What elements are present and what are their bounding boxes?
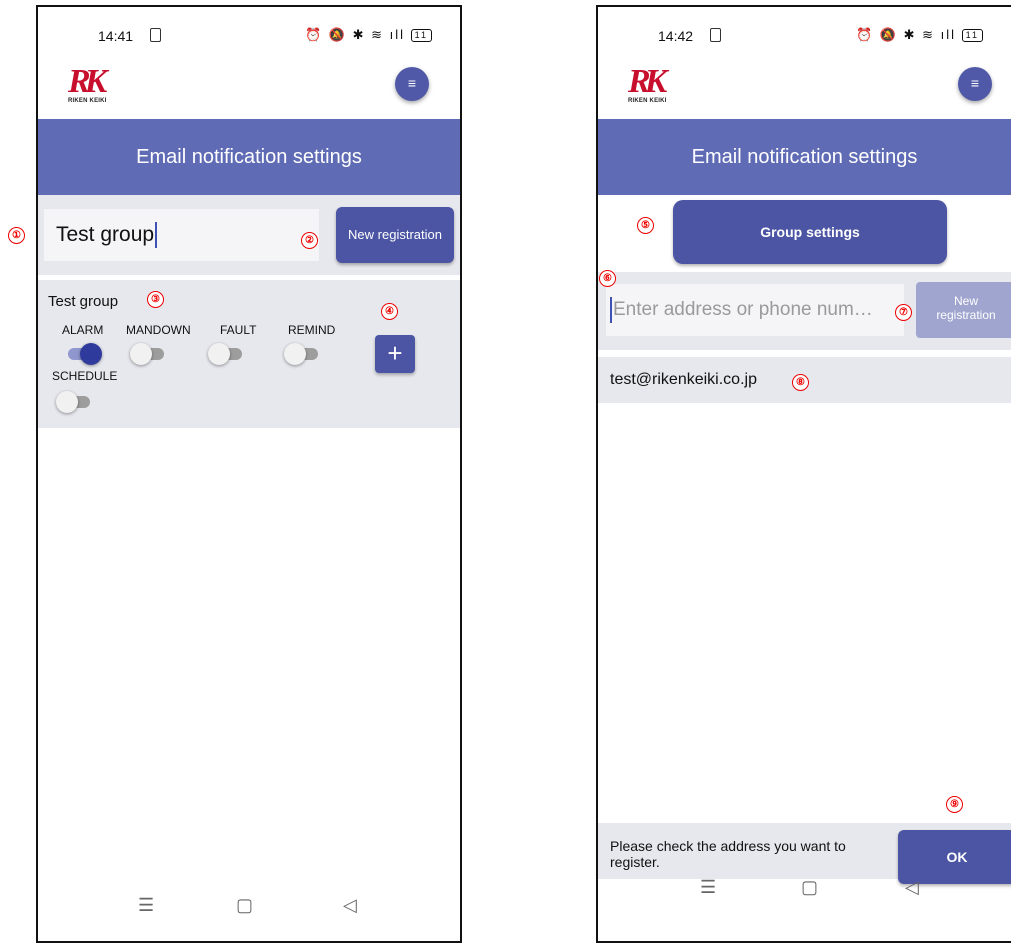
back-icon[interactable]: ◁	[905, 877, 919, 898]
page-title: Email notification settings	[598, 119, 1011, 195]
menu-button[interactable]: ≡	[958, 67, 992, 101]
status-time: 14:41	[98, 28, 134, 44]
status-bar: 14:41 ⏰ 🔕 ✱ ≋ ıll 11	[38, 25, 460, 49]
confirm-message: Please check the address you want to reg…	[610, 838, 846, 870]
text-caret	[155, 222, 158, 249]
menu-icon: ≡	[970, 75, 980, 91]
annotation-marker-9: ⑨	[946, 796, 963, 813]
status-icons: ⏰ 🔕 ✱ ≋ ıll 11	[856, 27, 983, 43]
battery-icon: 11	[961, 29, 983, 43]
logo-mark: RK	[628, 63, 667, 100]
group-registration-panel: Test group New registration	[38, 195, 460, 275]
new-registration-line1: New	[953, 294, 978, 308]
new-registration-button[interactable]: New registration	[336, 207, 454, 263]
schedule-toggle[interactable]	[56, 391, 94, 413]
address-registration-panel: Enter address or phone num… New registra…	[598, 272, 1011, 350]
status-bar: 14:42 ⏰ 🔕 ✱ ≋ ıll 11	[598, 25, 1011, 49]
group-name-label: Test group	[48, 293, 119, 310]
battery-icon: 11	[410, 29, 432, 43]
annotation-marker-6: ⑥	[599, 270, 616, 287]
mandown-toggle[interactable]	[130, 343, 168, 365]
toggle-label-schedule: SCHEDULE	[52, 369, 118, 383]
sim-icon	[150, 28, 161, 42]
android-nav-bar: ☰ ▢ ◁	[598, 877, 1011, 917]
annotation-marker-7: ⑦	[895, 304, 912, 321]
group-name-value: Test group	[56, 223, 155, 246]
alarm-toggle[interactable]	[64, 343, 102, 365]
text-caret	[610, 296, 612, 323]
logo-caption: RIKEN KEIKI	[68, 98, 107, 104]
new-registration-line2: registration	[936, 308, 996, 322]
add-address-button[interactable]: +	[375, 335, 415, 373]
sim-icon	[710, 28, 721, 42]
annotation-marker-1: ①	[8, 227, 25, 244]
annotation-marker-2: ②	[301, 232, 318, 249]
logo-caption: RIKEN KEIKI	[628, 98, 667, 104]
home-icon[interactable]: ▢	[801, 877, 818, 898]
ok-button[interactable]: OK	[898, 830, 1011, 884]
group-card: Test group ALARM MANDOWN FAULT REMIND SC…	[38, 280, 460, 428]
riken-keiki-logo: RK RIKEN KEIKI	[628, 63, 678, 107]
status-icons: ⏰ 🔕 ✱ ≋ ıll 11	[305, 27, 432, 43]
address-input-placeholder: Enter address or phone num…	[613, 299, 873, 320]
logo-mark: RK	[68, 63, 107, 100]
back-icon[interactable]: ◁	[343, 895, 357, 916]
recents-icon[interactable]: ☰	[700, 877, 716, 898]
phone-screen-group-list: 14:41 ⏰ 🔕 ✱ ≋ ıll 11 RK RIKEN KEIKI ≡ Em…	[36, 5, 462, 943]
status-time: 14:42	[658, 28, 694, 44]
toggle-label-mandown: MANDOWN	[126, 323, 191, 337]
new-registration-button[interactable]: New registration	[916, 282, 1011, 338]
remind-toggle[interactable]	[284, 343, 322, 365]
fault-toggle[interactable]	[208, 343, 246, 365]
toggle-label-fault: FAULT	[220, 323, 257, 337]
menu-icon: ≡	[407, 75, 417, 91]
status-icons-glyphs: ⏰ 🔕 ✱ ≋ ıll	[856, 27, 957, 42]
address-input[interactable]: Enter address or phone num…	[606, 284, 904, 336]
annotation-marker-8: ⑧	[792, 374, 809, 391]
android-nav-bar: ☰ ▢ ◁	[38, 895, 460, 935]
riken-keiki-logo: RK RIKEN KEIKI	[68, 63, 118, 107]
annotation-marker-5: ⑤	[637, 217, 654, 234]
annotation-marker-4: ④	[381, 303, 398, 320]
group-name-input[interactable]: Test group	[44, 209, 319, 261]
status-icons-glyphs: ⏰ 🔕 ✱ ≋ ıll	[305, 27, 406, 42]
toggle-label-alarm: ALARM	[62, 323, 104, 337]
annotation-marker-3: ③	[147, 291, 164, 308]
toggle-label-remind: REMIND	[288, 323, 336, 337]
confirm-bar: Please check the address you want to reg…	[598, 823, 1011, 884]
group-settings-button[interactable]: Group settings	[673, 200, 947, 264]
page-title: Email notification settings	[38, 119, 460, 195]
home-icon[interactable]: ▢	[236, 895, 253, 916]
menu-button[interactable]: ≡	[395, 67, 429, 101]
recents-icon[interactable]: ☰	[138, 895, 154, 916]
